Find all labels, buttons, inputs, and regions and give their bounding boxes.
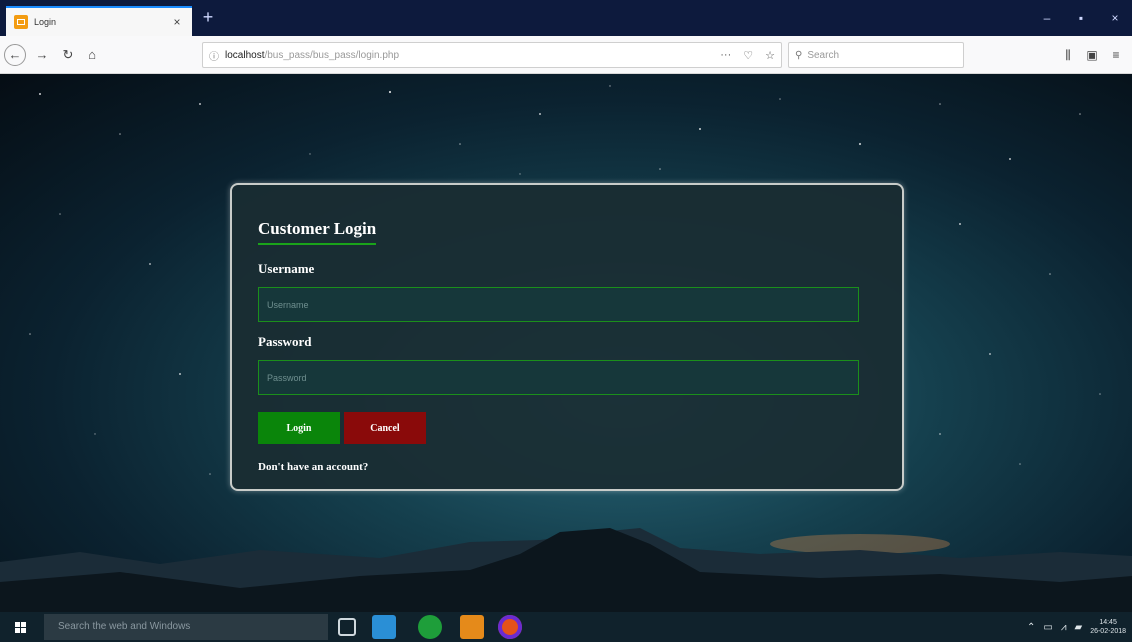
page-background: Customer Login Username Password Login C… (0, 74, 1132, 612)
network-icon[interactable]: ⩘ (1061, 622, 1067, 633)
sidebar-icon[interactable]: ▣ (1082, 45, 1102, 65)
browser-tab[interactable]: Login × (6, 6, 192, 36)
task-view-icon[interactable] (338, 618, 356, 636)
url-host: localhost (225, 49, 265, 61)
password-input[interactable] (258, 360, 859, 395)
forward-icon[interactable]: → (32, 45, 52, 65)
home-icon[interactable]: ⌂ (82, 45, 102, 65)
button-row: Login Cancel (258, 412, 876, 444)
clock-time: 14:45 (1099, 619, 1117, 626)
taskbar-search[interactable]: Search the web and Windows (44, 614, 328, 640)
bookmark-star-icon[interactable]: ☆ (765, 49, 775, 62)
whatsapp-icon[interactable] (418, 615, 442, 639)
close-window-button[interactable]: × (1100, 8, 1130, 28)
clock[interactable]: 14:45 26-02-2018 (1090, 618, 1126, 636)
battery-icon[interactable]: ▭ (1043, 622, 1052, 633)
search-placeholder: Search (807, 49, 840, 61)
login-button[interactable]: Login (258, 412, 340, 444)
clock-date: 26-02-2018 (1090, 628, 1126, 635)
url-path: /bus_pass/bus_pass/login.php (264, 49, 400, 61)
file-explorer-icon[interactable] (372, 615, 396, 639)
windows-logo-icon (14, 621, 26, 633)
reload-icon[interactable]: ↻ (58, 45, 78, 65)
taskbar: Search the web and Windows ⌃ ▭ ⩘ ▰ 14:45… (0, 612, 1132, 642)
signup-link[interactable]: Don't have an account? (258, 461, 876, 473)
pocket-icon[interactable]: ♡ (743, 49, 753, 62)
library-icon[interactable]: ⫼ (1058, 45, 1078, 65)
browser-titlebar: Login × + – ▪ × (0, 0, 1132, 36)
login-card: Customer Login Username Password Login C… (230, 183, 904, 491)
search-bar[interactable]: ⚲ Search (788, 42, 964, 68)
address-bar[interactable]: ⓘ localhost /bus_pass/bus_pass/login.php… (202, 42, 782, 68)
browser-navbar: ← → ↻ ⌂ ⓘ localhost /bus_pass/bus_pass/l… (0, 36, 1132, 74)
start-button[interactable] (0, 612, 40, 642)
menu-icon[interactable]: ≡ (1106, 45, 1126, 65)
firefox-icon[interactable] (498, 615, 522, 639)
back-icon[interactable]: ← (4, 44, 26, 66)
maximize-button[interactable]: ▪ (1066, 8, 1096, 28)
page-favicon-icon (14, 15, 28, 29)
tray-chevron-icon[interactable]: ⌃ (1027, 622, 1035, 633)
username-input[interactable] (258, 287, 859, 322)
username-label: Username (258, 261, 315, 276)
page-actions-icon[interactable]: ··· (720, 49, 731, 62)
password-label: Password (258, 334, 312, 349)
cancel-button[interactable]: Cancel (344, 412, 426, 444)
mountain-silhouette (0, 528, 1132, 612)
login-title: Customer Login (258, 219, 377, 245)
system-tray: ⌃ ▭ ⩘ ▰ 14:45 26-02-2018 (1027, 612, 1126, 642)
info-icon[interactable]: ⓘ (209, 48, 225, 63)
new-tab-button[interactable]: + (198, 8, 218, 28)
minimize-button[interactable]: – (1032, 8, 1062, 28)
close-tab-icon[interactable]: × (170, 15, 184, 29)
search-icon: ⚲ (795, 49, 803, 61)
app-icon[interactable] (460, 615, 484, 639)
tab-title: Login (34, 17, 57, 27)
notification-icon[interactable]: ▰ (1074, 622, 1082, 633)
